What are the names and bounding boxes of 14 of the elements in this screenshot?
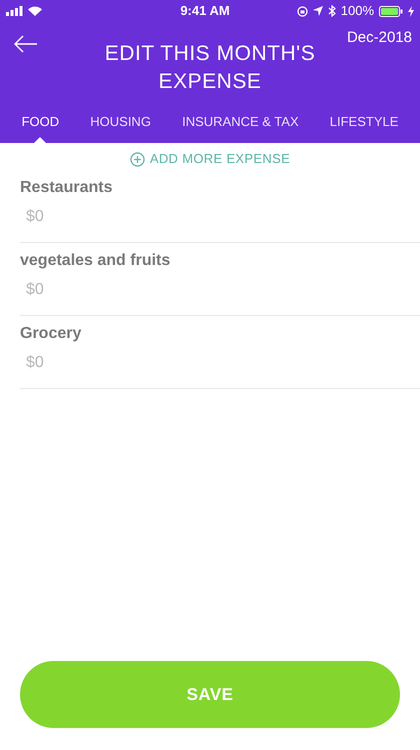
page-title: EDIT THIS MONTH'S EXPENSE (104, 41, 316, 95)
status-time: 9:41 AM (180, 2, 230, 20)
category-tab[interactable]: INSURANCE & TAX (166, 100, 314, 143)
amount-field[interactable]: $0 (26, 350, 326, 376)
category-tab[interactable]: HOUSING (74, 100, 167, 143)
category-tab[interactable]: FOOD (6, 100, 75, 143)
amount-field[interactable]: $0 (26, 277, 326, 303)
expense-label: Grocery (20, 324, 82, 344)
expense-label: Restaurants (20, 178, 114, 198)
expense-label: vegetales and fruits (20, 251, 172, 271)
amount-field[interactable]: $0 (26, 204, 326, 230)
month-label: Dec-2018 (346, 28, 412, 48)
category-tab[interactable]: LIFESTYLE (314, 100, 414, 143)
battery-percent: 100% (340, 2, 374, 20)
